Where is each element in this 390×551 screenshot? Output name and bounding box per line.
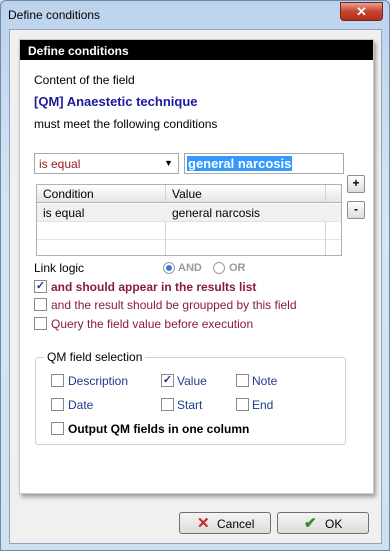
ok-button[interactable]: ✔ OK — [277, 512, 369, 534]
condition-select[interactable]: is equal ▼ — [34, 153, 179, 174]
condition-select-value: is equal — [39, 157, 81, 171]
plus-icon: + — [352, 176, 360, 190]
qm-field-selection-legend: QM field selection — [44, 350, 146, 364]
group-by-checkbox[interactable] — [34, 298, 47, 311]
value-input[interactable]: general narcosis — [184, 153, 344, 174]
check-icon: ✔ — [304, 515, 317, 532]
show-in-results-label[interactable]: and should appear in the results list — [51, 280, 256, 294]
ok-button-label: OK — [325, 517, 343, 531]
panel-header: Define conditions — [20, 40, 373, 60]
remove-condition-button[interactable]: - — [347, 201, 365, 219]
row-value: general narcosis — [172, 206, 261, 220]
dialog-window: Define conditions ✕ Define conditions Co… — [0, 0, 390, 551]
end-checkbox[interactable] — [236, 398, 249, 411]
table-row-empty[interactable] — [37, 222, 341, 240]
title-bar[interactable]: Define conditions ✕ — [1, 1, 389, 29]
one-column-checkbox[interactable] — [51, 422, 64, 435]
must-meet-text: must meet the following conditions — [34, 117, 218, 131]
window-title: Define conditions — [8, 8, 101, 22]
chevron-down-icon[interactable]: ▼ — [164, 158, 173, 168]
date-checkbox[interactable] — [51, 398, 64, 411]
note-label[interactable]: Note — [252, 374, 277, 388]
and-radio[interactable] — [163, 262, 175, 274]
intro-text: Content of the field — [34, 73, 135, 87]
row-condition: is equal — [43, 206, 85, 220]
field-name: [QM] Anaestetic technique — [34, 94, 198, 109]
cancel-button-label: Cancel — [217, 517, 255, 531]
conditions-panel: Define conditions Content of the field [… — [19, 39, 374, 494]
close-button[interactable]: ✕ — [340, 2, 383, 21]
qm-field-selection-group: QM field selection Description ✓ Value N… — [35, 350, 346, 445]
date-label[interactable]: Date — [68, 398, 93, 412]
conditions-grid[interactable]: Condition Value is equal general narcosi… — [36, 184, 342, 256]
value-label[interactable]: Value — [177, 374, 207, 388]
x-icon: ✕ — [197, 515, 210, 532]
query-before-checkbox[interactable] — [34, 317, 47, 330]
column-header-condition[interactable]: Condition — [43, 187, 94, 201]
close-icon: ✕ — [356, 4, 367, 19]
start-label[interactable]: Start — [177, 398, 202, 412]
one-column-label[interactable]: Output QM fields in one column — [68, 422, 249, 436]
minus-icon: - — [354, 202, 358, 216]
end-label[interactable]: End — [252, 398, 273, 412]
show-in-results-checkbox[interactable]: ✓ — [34, 280, 47, 293]
cancel-button[interactable]: ✕ Cancel — [179, 512, 271, 534]
description-label[interactable]: Description — [68, 374, 128, 388]
value-checkbox[interactable]: ✓ — [161, 374, 174, 387]
group-by-label[interactable]: and the result should be groupped by thi… — [51, 298, 297, 312]
value-input-text: general narcosis — [187, 156, 293, 171]
grid-header: Condition Value — [37, 185, 341, 203]
or-radio[interactable] — [213, 262, 225, 274]
and-radio-label[interactable]: AND — [178, 262, 202, 274]
column-header-value[interactable]: Value — [172, 187, 202, 201]
query-before-label[interactable]: Query the field value before execution — [51, 317, 253, 331]
start-checkbox[interactable] — [161, 398, 174, 411]
table-row[interactable]: is equal general narcosis — [37, 204, 341, 222]
note-checkbox[interactable] — [236, 374, 249, 387]
or-radio-label[interactable]: OR — [229, 262, 246, 274]
client-area: Define conditions Content of the field [… — [9, 29, 382, 544]
add-condition-button[interactable]: + — [347, 175, 365, 193]
link-logic-label: Link logic — [34, 261, 85, 275]
description-checkbox[interactable] — [51, 374, 64, 387]
